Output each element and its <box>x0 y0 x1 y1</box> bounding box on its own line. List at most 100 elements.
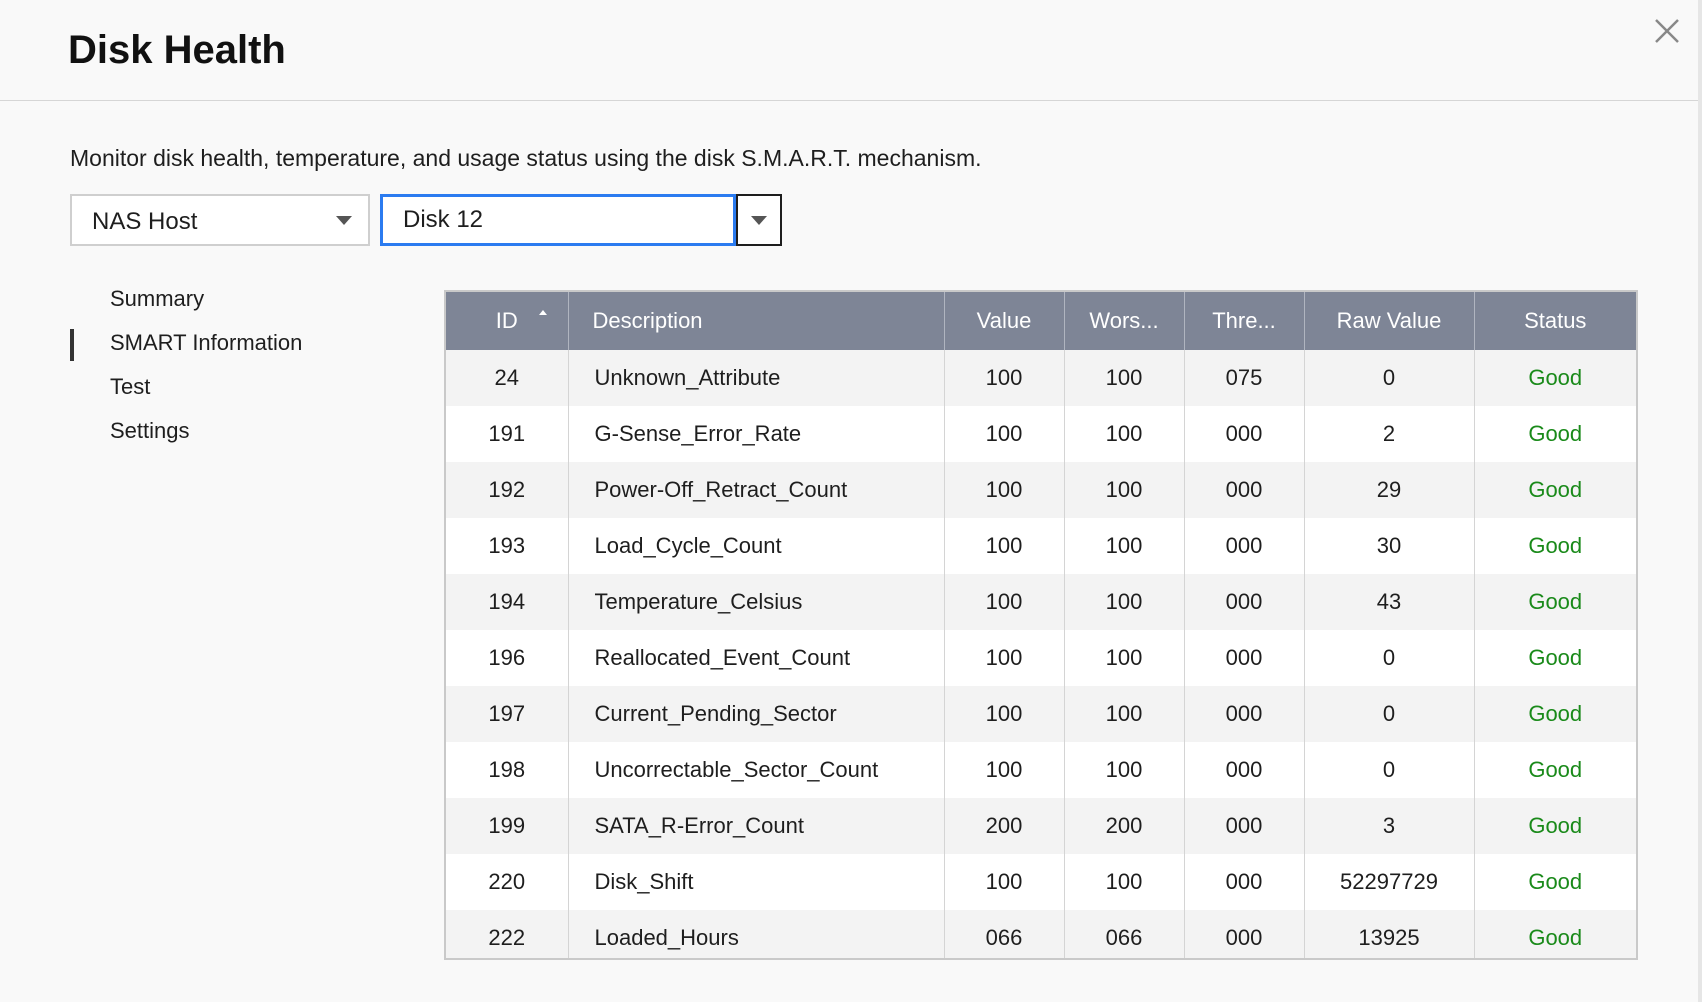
cell-raw-value: 2 <box>1304 406 1475 462</box>
cell-status: Good <box>1474 910 1636 958</box>
cell-status: Good <box>1474 686 1636 742</box>
cell-raw-value: 0 <box>1304 350 1475 406</box>
cell-threshold: 000 <box>1184 742 1305 798</box>
cell-status: Good <box>1474 798 1636 854</box>
column-header-label: ID <box>495 308 518 333</box>
cell-description: Disk_Shift <box>568 854 945 910</box>
column-header-value[interactable]: Value <box>944 292 1065 350</box>
cell-threshold: 000 <box>1184 574 1305 630</box>
cell-description: Current_Pending_Sector <box>568 686 945 742</box>
cell-id: 193 <box>446 518 569 574</box>
cell-raw-value: 0 <box>1304 630 1475 686</box>
smart-table-grid: ID Description Value Wors... Thre... Raw… <box>446 292 1636 958</box>
table-row[interactable]: 198 Uncorrectable_Sector_Count 100 100 000 0 G… <box>446 742 1636 798</box>
column-header-status[interactable]: Status <box>1474 292 1636 350</box>
cell-status: Good <box>1474 574 1636 630</box>
cell-raw-value: 43 <box>1304 574 1475 630</box>
cell-worst: 100 <box>1064 350 1185 406</box>
cell-value: 100 <box>944 350 1065 406</box>
column-header-label: Status <box>1524 308 1587 333</box>
cell-threshold: 075 <box>1184 350 1305 406</box>
cell-value: 100 <box>944 630 1065 686</box>
cell-description: SATA_R-Error_Count <box>568 798 945 854</box>
column-header-threshold[interactable]: Thre... <box>1184 292 1305 350</box>
disk-select-field[interactable]: Disk 12 <box>380 194 736 246</box>
column-header-raw-value[interactable]: Raw Value <box>1304 292 1475 350</box>
page-description: Monitor disk health, temperature, and us… <box>70 145 982 171</box>
table-row[interactable]: 24 Unknown_Attribute 100 100 075 0 Good <box>446 350 1636 406</box>
table-row[interactable]: 192 Power-Off_Retract_Count 100 100 000 29 Goo… <box>446 462 1636 518</box>
cell-id: 191 <box>446 406 569 462</box>
cell-id: 198 <box>446 742 569 798</box>
cell-status: Good <box>1474 854 1636 910</box>
table-row[interactable]: 191 G-Sense_Error_Rate 100 100 000 2 Good <box>446 406 1636 462</box>
cell-worst: 100 <box>1064 686 1185 742</box>
nav-item-label: SMART Information <box>110 330 303 355</box>
column-header-label: Description <box>592 308 703 333</box>
dialog-header: Disk Health <box>0 0 1702 101</box>
nav-item-test[interactable]: Test <box>70 370 390 414</box>
cell-threshold: 000 <box>1184 630 1305 686</box>
cell-value: 100 <box>944 574 1065 630</box>
cell-id: 192 <box>446 462 569 518</box>
cell-raw-value: 0 <box>1304 686 1475 742</box>
cell-value: 100 <box>944 742 1065 798</box>
cell-status: Good <box>1474 630 1636 686</box>
cell-threshold: 000 <box>1184 686 1305 742</box>
disk-select-dropdown-button[interactable] <box>736 194 782 246</box>
cell-description: Load_Cycle_Count <box>568 518 945 574</box>
table-row[interactable]: 193 Load_Cycle_Count 100 100 000 30 Good <box>446 518 1636 574</box>
sort-ascending-icon <box>539 310 547 315</box>
table-row[interactable]: 197 Current_Pending_Sector 100 100 000 0 Good <box>446 686 1636 742</box>
disk-select-value: Disk 12 <box>403 206 484 233</box>
table-row[interactable]: 194 Temperature_Celsius 100 100 000 43 Good <box>446 574 1636 630</box>
cell-status: Good <box>1474 406 1636 462</box>
column-header-label: Wors... <box>1089 308 1159 333</box>
cell-raw-value: 13925 <box>1304 910 1475 958</box>
cell-description: Loaded_Hours <box>568 910 945 958</box>
cell-description: Reallocated_Event_Count <box>568 630 945 686</box>
cell-status: Good <box>1474 518 1636 574</box>
cell-id: 24 <box>446 350 569 406</box>
cell-worst: 066 <box>1064 910 1185 958</box>
cell-value: 100 <box>944 686 1065 742</box>
cell-status: Good <box>1474 742 1636 798</box>
window-edge <box>1698 0 1702 1002</box>
column-header-id[interactable]: ID <box>446 292 569 350</box>
cell-worst: 100 <box>1064 406 1185 462</box>
column-header-label: Raw Value <box>1336 308 1442 333</box>
disk-select[interactable]: Disk 12 <box>380 194 782 246</box>
cell-worst: 100 <box>1064 742 1185 798</box>
host-select[interactable]: NAS Host <box>70 194 370 246</box>
cell-id: 197 <box>446 686 569 742</box>
nav-item-label: Settings <box>110 418 190 443</box>
cell-description: Unknown_Attribute <box>568 350 945 406</box>
table-row[interactable]: 199 SATA_R-Error_Count 200 200 000 3 Good <box>446 798 1636 854</box>
cell-status: Good <box>1474 462 1636 518</box>
cell-threshold: 000 <box>1184 910 1305 958</box>
nav-item-settings[interactable]: Settings <box>70 414 390 458</box>
cell-raw-value: 29 <box>1304 462 1475 518</box>
column-header-worst[interactable]: Wors... <box>1064 292 1185 350</box>
cell-value: 200 <box>944 798 1065 854</box>
cell-worst: 200 <box>1064 798 1185 854</box>
column-header-description[interactable]: Description <box>568 292 945 350</box>
cell-id: 194 <box>446 574 569 630</box>
table-row[interactable]: 220 Disk_Shift 100 100 000 52297729 Good <box>446 854 1636 910</box>
smart-table: ID Description Value Wors... Thre... Raw… <box>444 290 1638 960</box>
side-nav: Summary SMART Information Test Settings <box>70 282 390 458</box>
cell-threshold: 000 <box>1184 854 1305 910</box>
nav-item-smart-information[interactable]: SMART Information <box>70 326 390 370</box>
table-row[interactable]: 196 Reallocated_Event_Count 100 100 000 0 Good <box>446 630 1636 686</box>
cell-id: 196 <box>446 630 569 686</box>
cell-value: 066 <box>944 910 1065 958</box>
cell-value: 100 <box>944 406 1065 462</box>
nav-item-summary[interactable]: Summary <box>70 282 390 326</box>
table-row[interactable]: 222 Loaded_Hours 066 066 000 13925 Good <box>446 910 1636 958</box>
cell-worst: 100 <box>1064 518 1185 574</box>
cell-raw-value: 3 <box>1304 798 1475 854</box>
close-icon[interactable] <box>1652 16 1682 46</box>
cell-description: Power-Off_Retract_Count <box>568 462 945 518</box>
nav-item-label: Summary <box>110 286 205 311</box>
cell-description: G-Sense_Error_Rate <box>568 406 945 462</box>
